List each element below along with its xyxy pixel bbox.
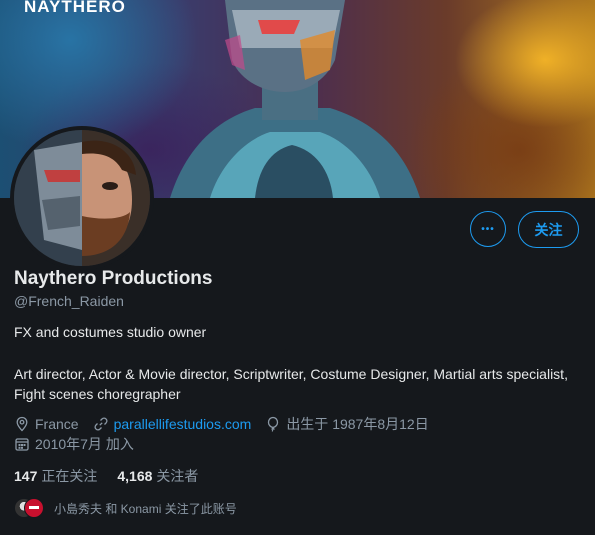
profile-joined-row: 2010年7月 加入 — [14, 434, 148, 454]
website-item[interactable]: parallellifestudios.com — [93, 416, 252, 432]
joined-text: 2010年7月 加入 — [35, 436, 134, 452]
followed-by-avatars — [14, 498, 44, 518]
followers-stat[interactable]: 4,168 关注者 — [117, 466, 198, 486]
location-icon — [16, 416, 28, 432]
follower-avatar-2 — [24, 498, 44, 518]
profile-meta-row: France parallellifestudios.com 出生于 1987年… — [14, 414, 443, 434]
followers-label: 关注者 — [156, 468, 199, 484]
more-icon: ••• — [481, 223, 495, 235]
following-count: 147 — [14, 468, 38, 484]
location-item: France — [14, 416, 79, 432]
joined-item: 2010年7月 加入 — [14, 434, 134, 454]
profile-stats: 147 正在关注 4,168 关注者 — [14, 466, 218, 486]
followers-count: 4,168 — [117, 468, 153, 484]
link-icon — [94, 417, 108, 431]
birthday-text: 出生于 1987年8月12日 — [286, 416, 429, 432]
calendar-icon — [15, 438, 29, 451]
more-options-button[interactable]: ••• — [470, 211, 506, 247]
followed-by-row[interactable]: 小島秀夫 和 Konami 关注了此账号 — [14, 496, 237, 520]
following-stat[interactable]: 147 正在关注 — [14, 466, 97, 486]
follow-button[interactable]: 关注 — [518, 211, 579, 248]
avatar-image — [14, 130, 150, 266]
website-link[interactable]: parallellifestudios.com — [114, 416, 252, 432]
following-label: 正在关注 — [41, 468, 98, 484]
profile-name: Naythero Productions — [14, 268, 213, 289]
location-text: France — [35, 416, 79, 432]
profile-bio-line2: Art director, Actor & Movie director, Sc… — [14, 366, 568, 402]
profile-handle: @French_Raiden — [14, 293, 124, 309]
followed-by-text: 小島秀夫 和 Konami 关注了此账号 — [54, 501, 237, 516]
birthday-item: 出生于 1987年8月12日 — [265, 414, 429, 434]
profile-avatar[interactable] — [10, 126, 154, 270]
birthday-balloon-icon — [268, 416, 279, 432]
banner-brand-text: NAYTHERO — [24, 0, 126, 16]
profile-bio-line1: FX and costumes studio owner — [14, 324, 207, 340]
